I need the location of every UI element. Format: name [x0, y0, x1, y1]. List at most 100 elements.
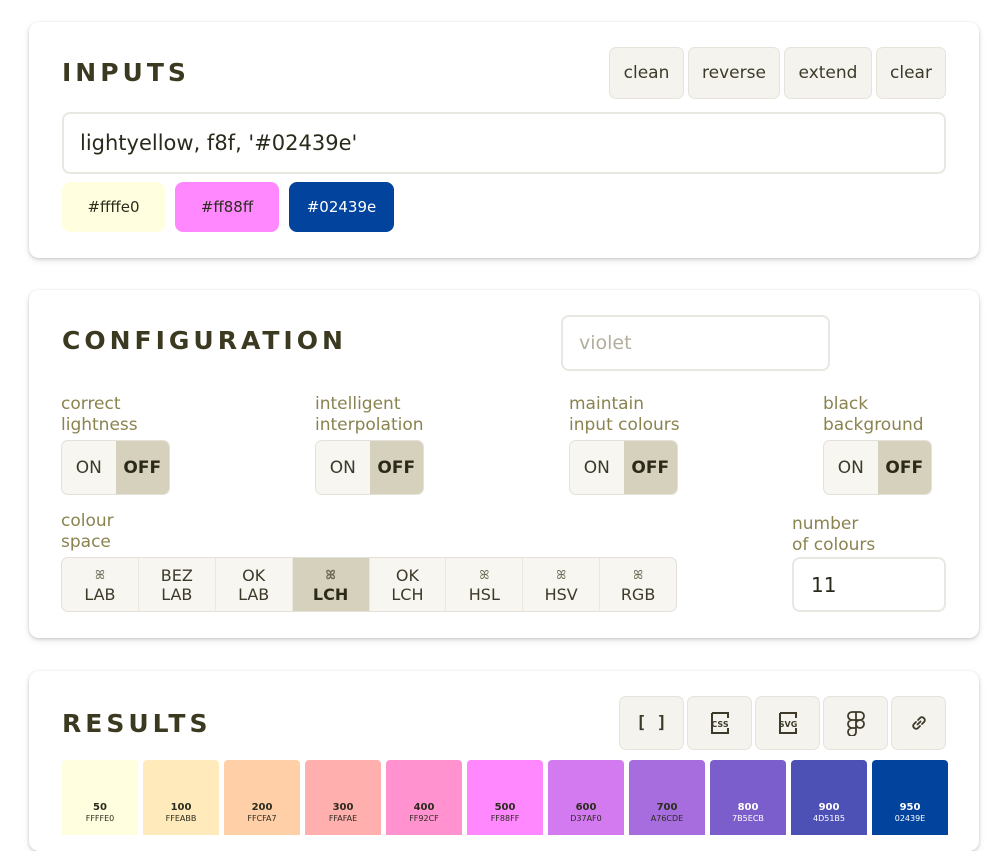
space-option-prefix: OK: [395, 565, 419, 585]
swatch-step: 300: [332, 802, 354, 813]
results-panel: RESULTS [ ] CSS SVG 50 FFFFE0 100 FFEABB 200…: [29, 671, 979, 851]
swatch-step: 50: [93, 802, 107, 813]
space-option-label: HSL: [468, 584, 500, 604]
clean-button[interactable]: clean: [609, 47, 684, 99]
toggle-on-option[interactable]: ON: [824, 441, 878, 494]
clear-button[interactable]: clear: [876, 47, 946, 99]
swatch-hex: FFEABB: [165, 814, 197, 823]
swatch-hex: FFAFAE: [328, 814, 358, 823]
swatch-step: 700: [656, 802, 678, 813]
swatch-step: 500: [494, 802, 516, 813]
svg-icon: SVG: [778, 712, 797, 734]
inputs-panel: INPUTS clean reverse extend clear lighty…: [29, 22, 979, 258]
label-line: intelligent: [315, 394, 401, 414]
palette-swatch[interactable]: 300 FFAFAE: [305, 760, 381, 835]
palette-swatch[interactable]: 700 A76CDE: [629, 760, 705, 835]
css-icon: CSS: [710, 712, 729, 734]
svg-text:SVG: SVG: [778, 720, 797, 729]
number-of-colours-input[interactable]: 11: [792, 557, 946, 612]
colour-chip[interactable]: #ffffe0: [62, 182, 165, 232]
colour-chip[interactable]: #02439e: [289, 182, 394, 232]
palette-swatch[interactable]: 600 D37AF0: [548, 760, 624, 835]
space-option-rgb[interactable]: ꕤ RGB: [600, 558, 676, 611]
palette-swatch[interactable]: 100 FFEABB: [143, 760, 219, 835]
toggle-label-intelligent-interpolation: intelligent interpolation: [315, 394, 424, 436]
space-option-ok-lch[interactable]: OK LCH: [370, 558, 447, 611]
intelligent-interpolation-toggle[interactable]: ON OFF: [315, 440, 424, 495]
share-link-button[interactable]: [891, 696, 946, 750]
swatch-step: 200: [251, 802, 273, 813]
swatch-step: 950: [899, 802, 921, 813]
palette-name-input[interactable]: violet: [561, 315, 830, 371]
swatch-hex: 02439E: [894, 814, 926, 823]
label-line: correct: [61, 394, 121, 414]
space-option-prefix: OK: [242, 565, 266, 585]
configuration-panel: CONFIGURATION violet correct lightness O…: [29, 290, 979, 638]
space-option-lch[interactable]: ꕤ LCH: [292, 558, 370, 611]
toggle-off-option[interactable]: OFF: [623, 441, 677, 494]
toggle-on-option[interactable]: ON: [570, 441, 624, 494]
palette-swatch[interactable]: 900 4D51B5: [791, 760, 867, 835]
toggle-off-option[interactable]: OFF: [115, 441, 169, 494]
reverse-button[interactable]: reverse: [688, 47, 780, 99]
swatch-step: 100: [170, 802, 192, 813]
space-option-label: LAB: [238, 584, 270, 604]
toggle-on-option[interactable]: ON: [316, 441, 370, 494]
maintain-input-colours-toggle[interactable]: ON OFF: [569, 440, 678, 495]
label-line: lightness: [61, 415, 138, 435]
inputs-title: INPUTS: [62, 58, 190, 87]
label-line: number: [792, 514, 859, 534]
palette-swatch[interactable]: 950 02439E: [872, 760, 948, 835]
spectrum-icon: ꕤ: [325, 567, 336, 582]
swatch-hex: FFFFE0: [85, 814, 115, 823]
colour-input[interactable]: lightyellow, f8f, '#02439e': [62, 112, 946, 174]
toggle-label-correct-lightness: correct lightness: [61, 394, 138, 436]
palette-swatch[interactable]: 50 FFFFE0: [62, 760, 138, 835]
colour-chip[interactable]: #ff88ff: [175, 182, 279, 232]
space-option-label: LAB: [161, 584, 193, 604]
toggle-off-option[interactable]: OFF: [877, 441, 931, 494]
space-option-hsv[interactable]: ꕤ HSV: [523, 558, 601, 611]
label-line: colour: [61, 511, 114, 531]
label-line: of colours: [792, 535, 876, 555]
swatch-step: 600: [575, 802, 597, 813]
palette-swatches: 50 FFFFE0 100 FFEABB 200 FFCFA7 300 FFAFAE 400 FF…: [62, 760, 948, 835]
figma-icon: [846, 711, 865, 736]
palette-swatch[interactable]: 200 FFCFA7: [224, 760, 300, 835]
results-title: RESULTS: [62, 709, 212, 738]
configuration-title: CONFIGURATION: [62, 326, 347, 355]
spectrum-icon: ꕤ: [556, 567, 567, 582]
label-line: space: [61, 532, 111, 552]
space-option-bez-lab[interactable]: BEZ LAB: [139, 558, 216, 611]
label-line: interpolation: [315, 415, 424, 435]
copy-css-button[interactable]: CSS: [687, 696, 752, 750]
space-option-ok-lab[interactable]: OK LAB: [216, 558, 293, 611]
link-icon: [911, 716, 926, 730]
colour-space-selector[interactable]: ꕤ LAB BEZ LAB OK LAB ꕤ LCH OK LCH ꕤ HSL ꕤ HSV ꕤ…: [61, 557, 677, 612]
export-figma-button[interactable]: [823, 696, 888, 750]
correct-lightness-toggle[interactable]: ON OFF: [61, 440, 170, 495]
svg-text:CSS: CSS: [711, 720, 728, 729]
copy-json-array-button[interactable]: [ ]: [619, 696, 684, 750]
copy-svg-button[interactable]: SVG: [755, 696, 820, 750]
toggle-label-black-background: black background: [823, 394, 924, 436]
json-array-icon: [ ]: [636, 713, 667, 733]
swatch-step: 800: [737, 802, 759, 813]
palette-swatch[interactable]: 500 FF88FF: [467, 760, 543, 835]
space-option-lab[interactable]: ꕤ LAB: [62, 558, 139, 611]
palette-swatch[interactable]: 400 FF92CF: [386, 760, 462, 835]
space-option-label: LCH: [391, 584, 424, 604]
space-option-hsl[interactable]: ꕤ HSL: [446, 558, 524, 611]
toggle-off-option[interactable]: OFF: [369, 441, 423, 494]
swatch-hex: FFCFA7: [247, 814, 277, 823]
toggle-on-option[interactable]: ON: [62, 441, 116, 494]
space-option-label: LAB: [84, 584, 116, 604]
black-background-toggle[interactable]: ON OFF: [823, 440, 932, 495]
spectrum-icon: ꕤ: [94, 567, 105, 582]
label-line: input colours: [569, 415, 680, 435]
spectrum-icon: ꕤ: [479, 567, 490, 582]
palette-swatch[interactable]: 800 7B5ECB: [710, 760, 786, 835]
swatch-step: 400: [413, 802, 435, 813]
space-option-prefix: BEZ: [160, 565, 193, 585]
extend-button[interactable]: extend: [784, 47, 872, 99]
